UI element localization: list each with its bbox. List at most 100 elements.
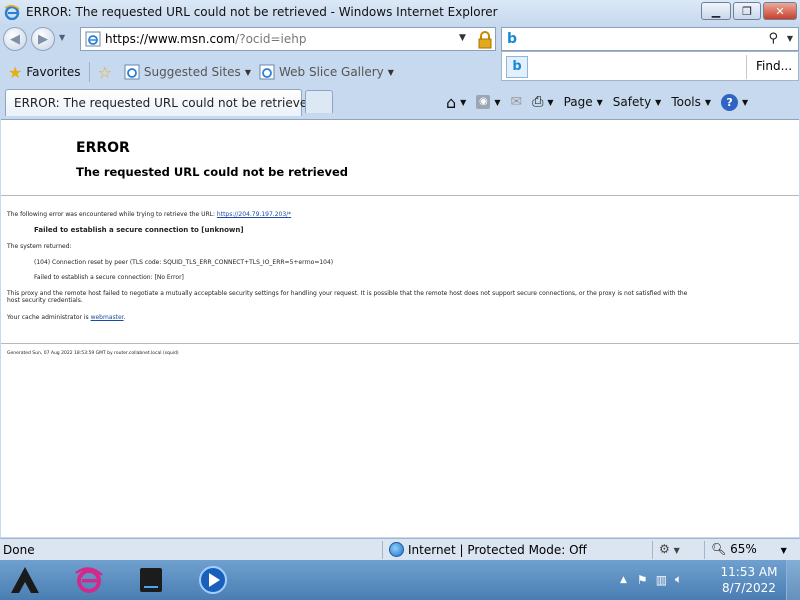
status-divider xyxy=(652,541,653,559)
drive-app-icon xyxy=(140,568,162,592)
command-bar: ⌂ ▼ ◉ ▼ ✉ ⎙ ▼ Page ▼ Safety ▼ Tools ▼ ? … xyxy=(446,90,758,114)
home-button[interactable]: ⌂ ▼ xyxy=(446,93,466,112)
tab-active[interactable]: ERROR: The requested URL could not be re… xyxy=(5,89,315,116)
address-bar[interactable]: https://www.msn.com/?ocid=iehp ▼ ⇆ ✕ xyxy=(80,27,568,51)
chevron-down-icon: ▼ xyxy=(673,546,680,555)
safety-menu-label: Safety xyxy=(612,95,652,109)
suggested-sites-icon xyxy=(124,64,140,80)
ie-page-icon xyxy=(85,31,101,47)
status-divider xyxy=(704,541,705,559)
chevron-down-icon: ▼ xyxy=(244,67,251,77)
media-player-icon xyxy=(199,566,227,594)
clock-time: 11:53 AM xyxy=(720,565,778,579)
error-title: ERROR xyxy=(76,140,130,156)
suggested-sites-label: Suggested Sites xyxy=(143,65,241,79)
read-mail-button[interactable]: ✉ xyxy=(510,94,522,110)
close-button[interactable]: ✕ xyxy=(763,2,797,20)
web-slice-gallery-label: Web Slice Gallery xyxy=(278,65,384,79)
page-menu-label: Page xyxy=(563,95,593,109)
webmaster-link[interactable]: webmaster xyxy=(91,314,124,321)
error-intro: The following error was encountered whil… xyxy=(7,211,291,218)
safety-menu[interactable]: Safety ▼ xyxy=(613,95,662,109)
mail-icon: ✉ xyxy=(510,94,523,110)
system-returned-label: The system returned: xyxy=(7,243,72,250)
failed-secure-line: Failed to establish a secure connection:… xyxy=(34,274,184,281)
find-button[interactable]: Find... xyxy=(756,59,792,73)
search-icon[interactable]: ⚲ xyxy=(768,31,778,46)
status-bar: Done Internet | Protected Mode: Off ⚙ ▼ … xyxy=(0,538,800,560)
popup-divider xyxy=(746,55,747,79)
search-box[interactable]: b ⚲ ▼ xyxy=(501,27,799,51)
security-zone-label: Internet | Protected Mode: Off xyxy=(408,542,587,557)
chevron-down-icon: ▼ xyxy=(742,97,749,107)
status-text: Done xyxy=(3,543,35,557)
web-slice-gallery-button[interactable]: Web Slice Gallery ▼ xyxy=(259,64,394,80)
clock[interactable]: 11:53 AM 8/7/2022 xyxy=(718,564,780,596)
feeds-button[interactable]: ◉ ▼ xyxy=(476,95,500,109)
forward-button[interactable]: ▶ xyxy=(31,27,55,51)
favorites-bar: ★ Favorites ☆ Suggested Sites ▼ Web Slic… xyxy=(0,58,500,86)
top-divider xyxy=(1,195,799,196)
help-icon: ? xyxy=(721,93,739,111)
recent-pages-dropdown[interactable]: ▼ xyxy=(59,33,65,42)
bing-provider-icon[interactable]: b xyxy=(506,56,528,78)
search-suggestions-popup: b Find... xyxy=(501,51,799,81)
protected-mode-button[interactable]: ⚙ ▼ xyxy=(659,542,680,556)
start-button[interactable] xyxy=(6,563,44,597)
requested-url-link[interactable]: https://204.79.197.203/* xyxy=(217,211,291,218)
new-tab-button[interactable] xyxy=(305,90,333,113)
url-path: /?ocid=iehp xyxy=(235,32,307,46)
search-dropdown-icon[interactable]: ▼ xyxy=(787,34,793,43)
url-text[interactable]: https://www.msn.com/?ocid=iehp xyxy=(105,32,306,46)
bing-icon: b xyxy=(507,31,518,47)
back-button[interactable]: ◀ xyxy=(3,27,27,51)
show-hidden-icons-icon[interactable]: ▲ xyxy=(620,575,627,585)
suggested-sites-button[interactable]: Suggested Sites ▼ xyxy=(124,64,251,80)
volume-muted-icon[interactable]: 🔈︎ xyxy=(675,572,682,587)
web-slice-gallery-icon xyxy=(259,64,275,80)
system-tray: ▲ ⚑ ▥ 🔈︎ xyxy=(620,572,682,587)
action-center-flag-icon[interactable]: ⚑ xyxy=(637,573,648,587)
taskbar-ie-button[interactable] xyxy=(70,563,108,597)
minimize-button[interactable]: ▁ xyxy=(701,2,731,20)
clock-date: 8/7/2022 xyxy=(722,581,776,595)
error-intro-text: The following error was encountered whil… xyxy=(7,211,217,218)
zoom-level: 65% xyxy=(730,542,757,556)
cache-admin-suffix: . xyxy=(123,314,126,321)
help-menu[interactable]: ? ▼ xyxy=(721,93,749,111)
page-menu[interactable]: Page ▼ xyxy=(564,95,603,109)
home-icon: ⌂ xyxy=(446,92,457,112)
error-code-line: (104) Connection reset by peer (TLS code… xyxy=(34,259,334,266)
tracking-protection-icon: ⚙ xyxy=(659,542,670,556)
favorites-label: Favorites xyxy=(26,65,81,79)
taskbar-media-player-button[interactable] xyxy=(194,563,232,597)
tools-menu-label: Tools xyxy=(671,95,701,109)
maximize-button[interactable]: ❐ xyxy=(733,2,761,20)
ie-logo-icon xyxy=(4,4,20,20)
tools-menu[interactable]: Tools ▼ xyxy=(671,95,711,109)
forward-arrow-icon: ▶ xyxy=(38,31,48,47)
zoom-icon: 🔍︎ xyxy=(711,542,727,556)
zoom-control[interactable]: 🔍︎ 65% ▼ xyxy=(711,542,787,556)
favorites-divider xyxy=(88,62,90,82)
show-desktop-button[interactable] xyxy=(786,560,800,600)
chevron-down-icon: ▼ xyxy=(387,67,394,77)
print-button[interactable]: ⎙ ▼ xyxy=(532,94,553,110)
lock-icon[interactable] xyxy=(477,31,493,49)
address-dropdown-icon[interactable]: ▼ xyxy=(459,33,466,43)
chevron-down-icon: ▼ xyxy=(494,97,501,107)
taskbar-app-button[interactable] xyxy=(132,563,170,597)
generated-footer: Generated Sun, 07 Aug 2022 18:53:59 GMT … xyxy=(7,351,179,356)
tab-row: ERROR: The requested URL could not be re… xyxy=(0,86,800,118)
url-host: https://www.msn.com xyxy=(105,32,236,46)
internet-explorer-icon xyxy=(75,567,103,593)
favorites-star-icon: ★ xyxy=(8,62,23,82)
close-icon: ✕ xyxy=(775,4,785,18)
security-zone[interactable]: Internet | Protected Mode: Off xyxy=(389,542,587,557)
network-icon[interactable]: ▥ xyxy=(656,573,667,587)
rss-icon: ◉ xyxy=(476,95,491,109)
add-to-favorites-bar-button[interactable]: ☆ xyxy=(98,63,116,82)
favorites-button[interactable]: ★ Favorites xyxy=(8,63,81,82)
chevron-down-icon: ▼ xyxy=(460,97,467,107)
title-bar: ERROR: The requested URL could not be re… xyxy=(0,0,800,24)
